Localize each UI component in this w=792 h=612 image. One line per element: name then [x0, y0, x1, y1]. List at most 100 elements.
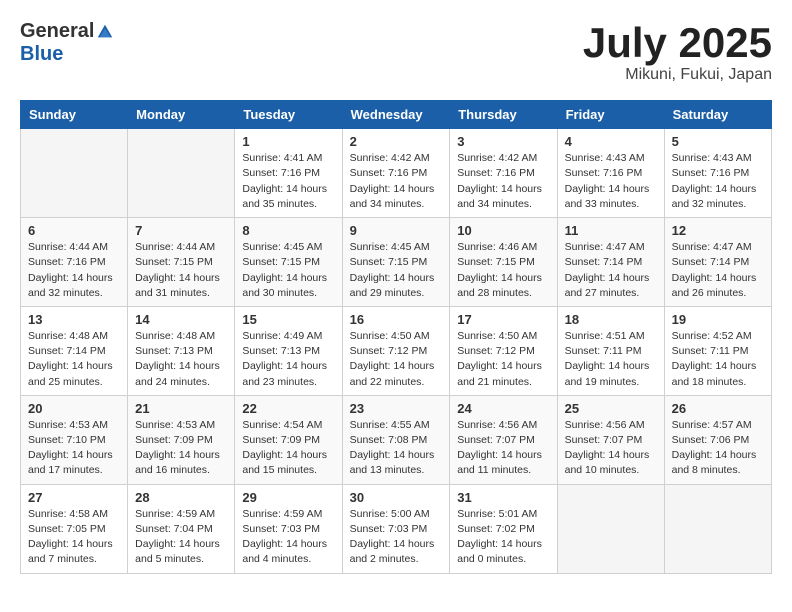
sunrise-text: Sunrise: 4:43 AM [565, 151, 657, 166]
week-row-3: 13 Sunrise: 4:48 AMSunset: 7:14 PMDayligh… [21, 306, 772, 395]
calendar-cell: 12Sunrise: 4:47 AMSunset: 7:14 PMDayligh… [664, 218, 771, 307]
sunset-text: Sunset: 7:06 PM [672, 433, 764, 448]
sunrise-text: Sunrise: 4:57 AM [672, 418, 764, 433]
sunset-text: Sunset: 7:14 PM [672, 255, 764, 270]
calendar-cell: 8Sunrise: 4:45 AMSunset: 7:15 PMDaylight… [235, 218, 342, 307]
sunrise-text: Sunrise: 5:01 AM [457, 507, 549, 522]
day-info: Sunrise: 4:44 AMSunset: 7:16 PMDaylight:… [28, 240, 120, 301]
calendar-cell: 22Sunrise: 4:54 AMSunset: 7:09 PMDayligh… [235, 395, 342, 484]
day-number: 23 [350, 401, 443, 416]
daylight-text: Daylight: 14 hours and 35 minutes. [242, 182, 334, 212]
day-info: Sunrise: 4:55 AMSunset: 7:08 PMDaylight:… [350, 418, 443, 479]
day-number: 11 [565, 223, 657, 238]
calendar-cell: 7Sunrise: 4:44 AMSunset: 7:15 PMDaylight… [128, 218, 235, 307]
day-number: 6 [28, 223, 120, 238]
logo: General Blue [20, 20, 114, 66]
daylight-text: Daylight: 14 hours and 27 minutes. [565, 271, 657, 301]
sunrise-text: Sunrise: 4:52 AM [672, 329, 764, 344]
sunrise-text: Sunrise: 4:50 AM [457, 329, 549, 344]
location: Mikuni, Fukui, Japan [583, 66, 772, 84]
daylight-text: Daylight: 14 hours and 34 minutes. [350, 182, 443, 212]
day-info: Sunrise: 4:42 AMSunset: 7:16 PMDaylight:… [350, 151, 443, 212]
day-number: 26 [672, 401, 764, 416]
sunset-text: Sunset: 7:04 PM [135, 522, 227, 537]
calendar-cell: 2Sunrise: 4:42 AMSunset: 7:16 PMDaylight… [342, 129, 450, 218]
sunrise-text: Sunrise: 4:56 AM [565, 418, 657, 433]
day-number: 1 [242, 134, 334, 149]
sunrise-text: Sunrise: 4:47 AM [672, 240, 764, 255]
day-info: Sunrise: 4:45 AMSunset: 7:15 PMDaylight:… [350, 240, 443, 301]
daylight-text: Daylight: 14 hours and 11 minutes. [457, 448, 549, 478]
sunset-text: Sunset: 7:16 PM [350, 166, 443, 181]
day-number: 24 [457, 401, 549, 416]
calendar-cell: 4Sunrise: 4:43 AMSunset: 7:16 PMDaylight… [557, 129, 664, 218]
day-number: 18 [565, 312, 657, 327]
day-number: 31 [457, 490, 549, 505]
day-info: Sunrise: 4:46 AMSunset: 7:15 PMDaylight:… [457, 240, 549, 301]
calendar-cell: 21Sunrise: 4:53 AMSunset: 7:09 PMDayligh… [128, 395, 235, 484]
title-area: July 2025 Mikuni, Fukui, Japan [583, 20, 772, 84]
daylight-text: Daylight: 14 hours and 24 minutes. [135, 359, 227, 389]
sunrise-text: Sunrise: 4:42 AM [457, 151, 549, 166]
daylight-text: Daylight: 14 hours and 16 minutes. [135, 448, 227, 478]
day-number: 13 [28, 312, 120, 327]
header-thursday: Thursday [450, 101, 557, 129]
calendar-cell: 27Sunrise: 4:58 AMSunset: 7:05 PMDayligh… [21, 484, 128, 573]
calendar-cell: 18 Sunrise: 4:51 AMSunset: 7:11 PMDayligh… [557, 306, 664, 395]
calendar-cell [21, 129, 128, 218]
calendar-cell: 23 Sunrise: 4:55 AMSunset: 7:08 PMDayligh… [342, 395, 450, 484]
calendar-cell [664, 484, 771, 573]
sunrise-text: Sunrise: 4:41 AM [242, 151, 334, 166]
day-number: 3 [457, 134, 549, 149]
day-info: Sunrise: 4:51 AMSunset: 7:11 PMDaylight:… [565, 329, 657, 390]
daylight-text: Daylight: 14 hours and 29 minutes. [350, 271, 443, 301]
day-number: 29 [242, 490, 334, 505]
day-info: Sunrise: 4:53 AMSunset: 7:09 PMDaylight:… [135, 418, 227, 479]
calendar-cell: 29 Sunrise: 4:59 AMSunset: 7:03 PMDayligh… [235, 484, 342, 573]
week-row-5: 27Sunrise: 4:58 AMSunset: 7:05 PMDayligh… [21, 484, 772, 573]
calendar-cell [128, 129, 235, 218]
week-row-4: 20Sunrise: 4:53 AMSunset: 7:10 PMDayligh… [21, 395, 772, 484]
sunrise-text: Sunrise: 4:50 AM [350, 329, 443, 344]
day-number: 20 [28, 401, 120, 416]
header-sunday: Sunday [21, 101, 128, 129]
day-info: Sunrise: 4:47 AMSunset: 7:14 PMDaylight:… [672, 240, 764, 301]
sunrise-text: Sunrise: 4:54 AM [242, 418, 334, 433]
sunrise-text: Sunrise: 4:51 AM [565, 329, 657, 344]
daylight-text: Daylight: 14 hours and 5 minutes. [135, 537, 227, 567]
sunrise-text: Sunrise: 4:43 AM [672, 151, 764, 166]
sunrise-text: Sunrise: 4:47 AM [565, 240, 657, 255]
daylight-text: Daylight: 14 hours and 4 minutes. [242, 537, 334, 567]
calendar-cell: 20Sunrise: 4:53 AMSunset: 7:10 PMDayligh… [21, 395, 128, 484]
calendar-cell: 19Sunrise: 4:52 AMSunset: 7:11 PMDayligh… [664, 306, 771, 395]
sunset-text: Sunset: 7:13 PM [242, 344, 334, 359]
calendar-cell: 3Sunrise: 4:42 AMSunset: 7:16 PMDaylight… [450, 129, 557, 218]
calendar-cell: 11 Sunrise: 4:47 AMSunset: 7:14 PMDayligh… [557, 218, 664, 307]
header-wednesday: Wednesday [342, 101, 450, 129]
sunset-text: Sunset: 7:10 PM [28, 433, 120, 448]
sunset-text: Sunset: 7:16 PM [672, 166, 764, 181]
logo-blue-text: Blue [20, 43, 63, 66]
day-info: Sunrise: 4:59 AMSunset: 7:03 PMDaylight:… [242, 507, 334, 568]
sunrise-text: Sunrise: 4:48 AM [28, 329, 120, 344]
header: General Blue July 2025 Mikuni, Fukui, Ja… [20, 20, 772, 84]
sunrise-text: Sunrise: 4:59 AM [242, 507, 334, 522]
month-title: July 2025 [583, 20, 772, 66]
sunrise-text: Sunrise: 4:45 AM [242, 240, 334, 255]
daylight-text: Daylight: 14 hours and 2 minutes. [350, 537, 443, 567]
daylight-text: Daylight: 14 hours and 18 minutes. [672, 359, 764, 389]
sunset-text: Sunset: 7:09 PM [242, 433, 334, 448]
sunrise-text: Sunrise: 4:48 AM [135, 329, 227, 344]
day-info: Sunrise: 4:58 AMSunset: 7:05 PMDaylight:… [28, 507, 120, 568]
sunrise-text: Sunrise: 4:49 AM [242, 329, 334, 344]
day-number: 15 [242, 312, 334, 327]
day-info: Sunrise: 4:43 AMSunset: 7:16 PMDaylight:… [565, 151, 657, 212]
day-number: 25 [565, 401, 657, 416]
day-info: Sunrise: 4:50 AMSunset: 7:12 PMDaylight:… [350, 329, 443, 390]
sunset-text: Sunset: 7:14 PM [565, 255, 657, 270]
calendar-cell: 5Sunrise: 4:43 AMSunset: 7:16 PMDaylight… [664, 129, 771, 218]
calendar-cell: 26Sunrise: 4:57 AMSunset: 7:06 PMDayligh… [664, 395, 771, 484]
calendar-cell: 25Sunrise: 4:56 AMSunset: 7:07 PMDayligh… [557, 395, 664, 484]
day-info: Sunrise: 4:48 AMSunset: 7:14 PMDaylight:… [28, 329, 120, 390]
day-info: Sunrise: 4:47 AMSunset: 7:14 PMDaylight:… [565, 240, 657, 301]
